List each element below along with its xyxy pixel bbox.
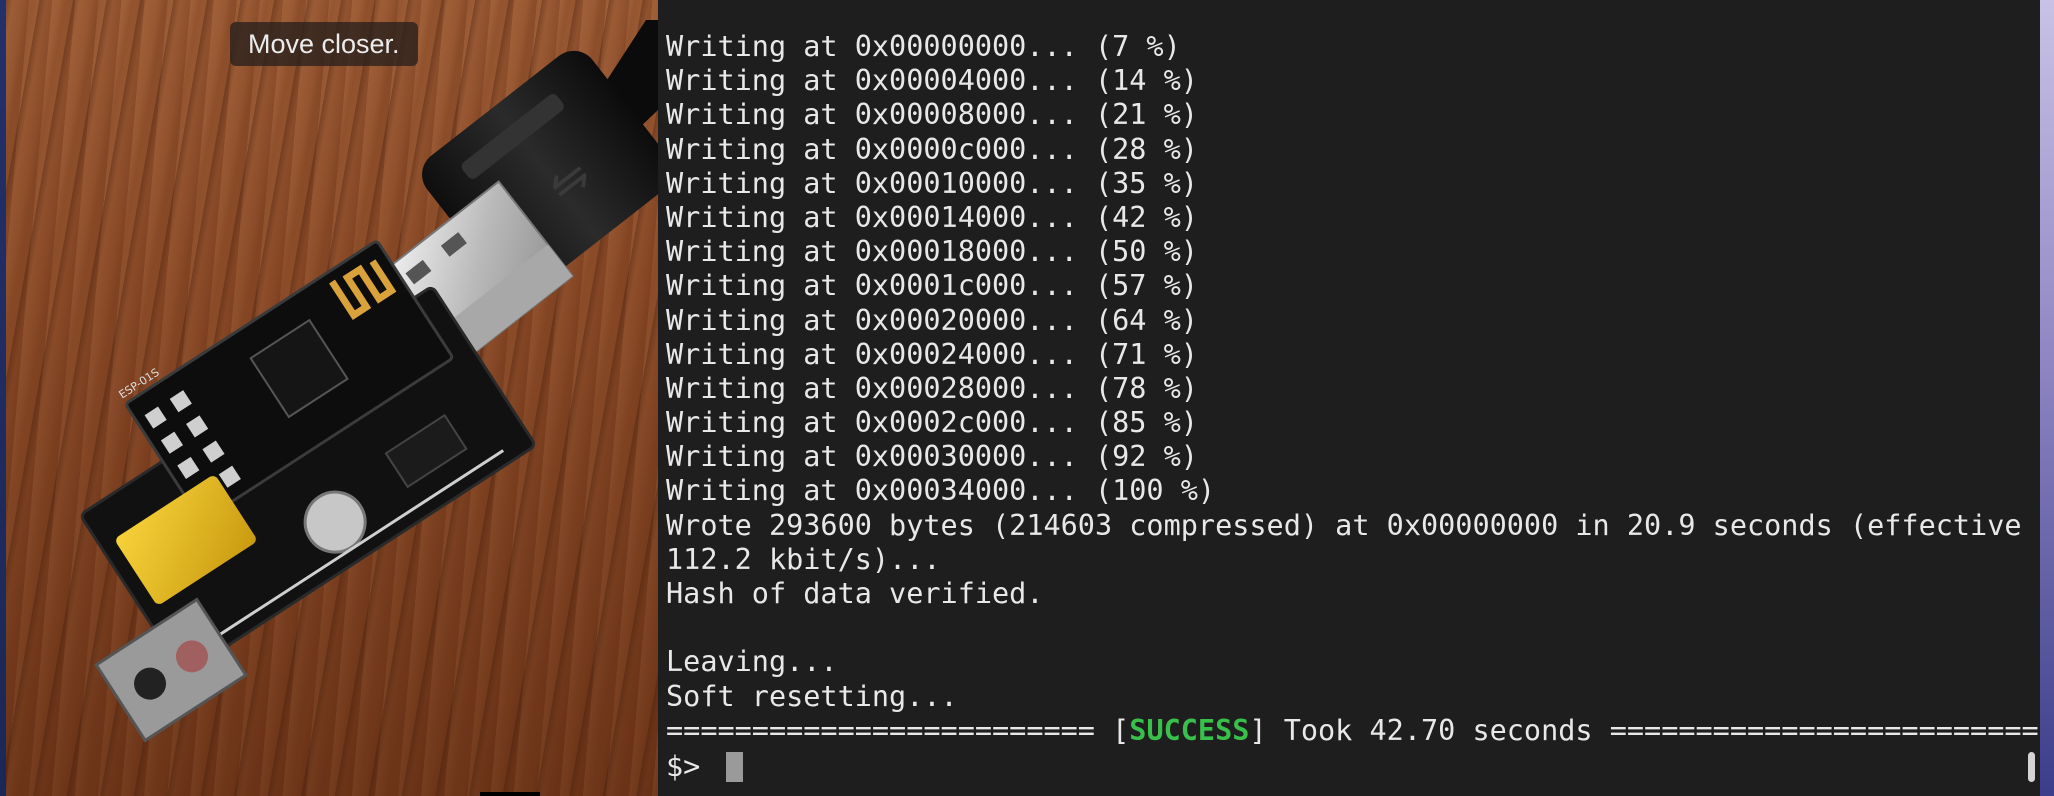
esp01-usb-adapter-photo: ⇋ ESP-01S: [80, 20, 658, 743]
camera-hint-tooltip: Move closer.: [230, 22, 418, 66]
success-status: SUCCESS: [1129, 713, 1250, 747]
terminal-line: Writing at 0x00014000... (42 %): [666, 200, 1198, 234]
terminal-line: Writing at 0x00018000... (50 %): [666, 235, 1198, 269]
terminal-line: Writing at 0x00004000... (14 %): [666, 64, 1198, 98]
shell-prompt: $>: [666, 750, 701, 783]
summary-left-rule: ========================= [: [666, 713, 1130, 747]
build-summary-line: ========================= [SUCCESS] Took…: [666, 713, 2039, 748]
terminal-line: Leaving...: [666, 645, 838, 679]
prompt-row[interactable]: $>: [666, 750, 743, 784]
camera-hint-text: Move closer.: [248, 29, 400, 59]
terminal-line: Hash of data verified.: [666, 577, 1044, 610]
text-cursor: [726, 752, 743, 782]
terminal-line: Soft resetting...: [666, 679, 958, 713]
terminal-line: Writing at 0x0002c000... (85 %): [666, 406, 1198, 440]
camera-preview: ⇋ ESP-01S Move closer.: [6, 0, 658, 796]
desktop-background-right: [2040, 0, 2054, 796]
terminal-line: Writing at 0x0000c000... (28 %): [666, 132, 1198, 166]
terminal-line: Writing at 0x00024000... (71 %): [666, 337, 1198, 371]
terminal-line: Writing at 0x00034000... (100 %): [666, 474, 1216, 508]
terminal-line: Writing at 0x00028000... (78 %): [666, 371, 1198, 405]
terminal-line: Writing at 0x00000000... (7 %): [666, 30, 1181, 63]
terminal-output: Writing at 0x00000000... (7 %) Writing a…: [666, 30, 2039, 748]
window-bottom-edge: [480, 792, 540, 796]
terminal-line: Writing at 0x00030000... (92 %): [666, 440, 1198, 474]
summary-right-text: ] Took 42.70 seconds ===================…: [1249, 713, 2039, 747]
terminal-line: Wrote 293600 bytes (214603 compressed) a…: [666, 508, 2022, 542]
terminal-scrollbar[interactable]: [2028, 752, 2035, 782]
terminal-window[interactable]: Writing at 0x00000000... (7 %) Writing a…: [658, 0, 2040, 796]
terminal-line: 112.2 kbit/s)...: [666, 542, 941, 576]
terminal-line: Writing at 0x00020000... (64 %): [666, 303, 1198, 337]
terminal-line: Writing at 0x0001c000... (57 %): [666, 269, 1198, 303]
terminal-line: Writing at 0x00008000... (21 %): [666, 98, 1198, 132]
terminal-line: Writing at 0x00010000... (35 %): [666, 166, 1198, 200]
